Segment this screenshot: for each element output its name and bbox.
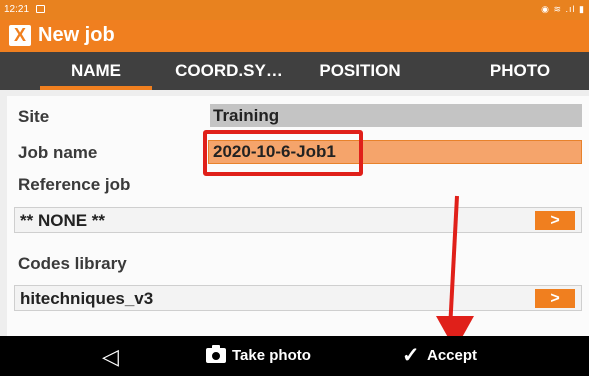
chevron-right-icon[interactable]: > xyxy=(535,211,575,230)
page-title: New job xyxy=(38,24,115,46)
job-name-label: Job name xyxy=(18,143,98,162)
codes-library-select[interactable]: hitechniques_v3 > xyxy=(14,285,582,311)
title-bar: X New job xyxy=(0,20,589,52)
tab-position[interactable]: POSITION xyxy=(300,52,420,90)
tab-photo[interactable]: PHOTO xyxy=(470,52,570,90)
site-label: Site xyxy=(18,107,50,126)
check-icon[interactable]: ✓ xyxy=(402,343,420,368)
codes-library-value: hitechniques_v3 xyxy=(20,289,154,308)
chevron-right-icon[interactable]: > xyxy=(535,289,575,308)
gallery-icon xyxy=(36,5,45,13)
tab-name[interactable]: NAME xyxy=(40,52,152,90)
take-photo-button[interactable]: Take photo xyxy=(232,347,311,364)
back-icon[interactable]: ◁ xyxy=(102,344,119,370)
highlight-annotation xyxy=(203,130,363,176)
codes-library-label: Codes library xyxy=(18,254,127,273)
reference-job-select[interactable]: ** NONE ** > xyxy=(14,207,582,233)
bottom-action-bar: ◁ Take photo ✓ Accept xyxy=(0,336,589,376)
app-logo-icon[interactable]: X xyxy=(9,25,31,46)
reference-job-value: ** NONE ** xyxy=(20,211,106,230)
tab-coord-sys[interactable]: COORD.SY… xyxy=(166,52,292,90)
accept-button[interactable]: Accept xyxy=(427,347,477,364)
tab-bar: NAME COORD.SY… POSITION PHOTO xyxy=(0,52,589,90)
status-indicators-icon: ◉ ≋ .ıl ▮ xyxy=(541,4,585,14)
status-bar: 12:21 ◉ ≋ .ıl ▮ xyxy=(0,0,589,20)
status-time: 12:21 xyxy=(4,4,30,15)
site-field: Training xyxy=(210,104,582,127)
camera-icon[interactable] xyxy=(206,345,226,363)
reference-job-label: Reference job xyxy=(18,175,131,194)
